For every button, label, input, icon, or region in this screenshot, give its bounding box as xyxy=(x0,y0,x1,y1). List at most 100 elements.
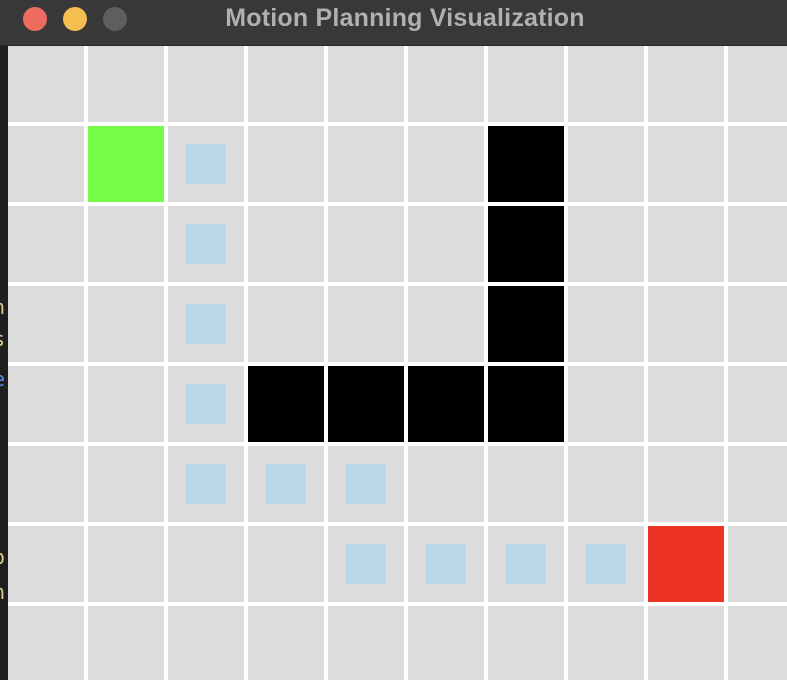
grid-cell-empty[interactable] xyxy=(8,366,84,442)
grid-cell-path[interactable] xyxy=(328,526,404,602)
grid-cell-path[interactable] xyxy=(168,366,244,442)
grid-cell-empty[interactable] xyxy=(328,286,404,362)
grid-cell-path[interactable] xyxy=(168,126,244,202)
grid-cell-empty[interactable] xyxy=(88,446,164,522)
background-text-glyph: n xyxy=(0,296,7,318)
grid-cell-empty[interactable] xyxy=(248,606,324,680)
path-marker xyxy=(186,464,226,504)
path-marker xyxy=(266,464,306,504)
grid-cell-obstacle[interactable] xyxy=(408,366,484,442)
grid-cell-empty[interactable] xyxy=(8,286,84,362)
grid-cell-empty[interactable] xyxy=(408,126,484,202)
grid-cell-empty[interactable] xyxy=(648,446,724,522)
grid-cell-empty[interactable] xyxy=(408,446,484,522)
path-marker xyxy=(346,464,386,504)
path-marker xyxy=(426,544,466,584)
grid-cell-empty[interactable] xyxy=(88,46,164,122)
grid-cell-empty[interactable] xyxy=(8,526,84,602)
grid-cell-path[interactable] xyxy=(168,206,244,282)
grid-cell-empty[interactable] xyxy=(488,606,564,680)
grid-cell-empty[interactable] xyxy=(648,206,724,282)
grid-cell-empty[interactable] xyxy=(408,286,484,362)
grid-cell-empty[interactable] xyxy=(648,46,724,122)
grid-cell-empty[interactable] xyxy=(168,606,244,680)
window-title: Motion Planning Visualization xyxy=(225,4,585,32)
grid-cell-empty[interactable] xyxy=(168,46,244,122)
grid-cell-path[interactable] xyxy=(488,526,564,602)
grid-cell-empty[interactable] xyxy=(8,446,84,522)
grid-cell-empty[interactable] xyxy=(728,606,787,680)
grid-cell-empty[interactable] xyxy=(328,46,404,122)
grid-cell-empty[interactable] xyxy=(248,206,324,282)
grid-cell-empty[interactable] xyxy=(648,286,724,362)
grid-cell-empty[interactable] xyxy=(648,606,724,680)
background-text-glyph: n xyxy=(0,581,7,603)
grid-cell-obstacle[interactable] xyxy=(488,366,564,442)
grid-cell-path[interactable] xyxy=(248,446,324,522)
grid-cell-empty[interactable] xyxy=(328,126,404,202)
path-marker xyxy=(186,304,226,344)
grid-cell-path[interactable] xyxy=(408,526,484,602)
grid-cell-empty[interactable] xyxy=(248,526,324,602)
grid-cell-empty[interactable] xyxy=(8,126,84,202)
path-marker xyxy=(186,384,226,424)
grid-cell-empty[interactable] xyxy=(88,286,164,362)
grid-cell-empty[interactable] xyxy=(88,206,164,282)
grid-cell-goal[interactable] xyxy=(648,526,724,602)
app-window: Motion Planning Visualization n s e o n xyxy=(0,0,787,680)
grid-cell-empty[interactable] xyxy=(328,206,404,282)
grid-cell-empty[interactable] xyxy=(8,206,84,282)
path-marker xyxy=(186,144,226,184)
grid-cell-empty[interactable] xyxy=(408,206,484,282)
grid-cell-empty[interactable] xyxy=(8,46,84,122)
title-bar[interactable]: Motion Planning Visualization xyxy=(0,0,787,46)
grid-cell-path[interactable] xyxy=(168,446,244,522)
grid-cell-empty[interactable] xyxy=(568,446,644,522)
grid-cell-empty[interactable] xyxy=(568,46,644,122)
path-marker xyxy=(346,544,386,584)
grid-cell-empty[interactable] xyxy=(568,126,644,202)
grid-cell-empty[interactable] xyxy=(648,366,724,442)
grid-cell-obstacle[interactable] xyxy=(488,206,564,282)
path-marker xyxy=(186,224,226,264)
grid-cell-empty[interactable] xyxy=(408,606,484,680)
grid-cell-empty[interactable] xyxy=(408,46,484,122)
grid-cell-empty[interactable] xyxy=(728,446,787,522)
grid-canvas[interactable] xyxy=(8,46,787,680)
grid-cell-empty[interactable] xyxy=(88,366,164,442)
grid-cell-empty[interactable] xyxy=(568,206,644,282)
grid-cell-empty[interactable] xyxy=(8,606,84,680)
grid-cell-empty[interactable] xyxy=(568,366,644,442)
grid-cell-empty[interactable] xyxy=(88,526,164,602)
grid-cell-start[interactable] xyxy=(88,126,164,202)
grid-cell-obstacle[interactable] xyxy=(248,366,324,442)
grid-cell-path[interactable] xyxy=(568,526,644,602)
grid-cell-path[interactable] xyxy=(328,446,404,522)
grid-cell-empty[interactable] xyxy=(728,206,787,282)
background-text-glyph: e xyxy=(0,368,7,390)
grid-cell-empty[interactable] xyxy=(728,126,787,202)
grid-cell-empty[interactable] xyxy=(728,366,787,442)
path-marker xyxy=(506,544,546,584)
grid-cell-empty[interactable] xyxy=(728,46,787,122)
grid-cell-empty[interactable] xyxy=(248,46,324,122)
background-text-glyph: o xyxy=(0,546,7,568)
grid-cell-empty[interactable] xyxy=(568,286,644,362)
grid-cell-empty[interactable] xyxy=(648,126,724,202)
grid-cell-empty[interactable] xyxy=(728,526,787,602)
background-editor-strip: n s e o n xyxy=(0,46,8,680)
background-text-glyph: s xyxy=(0,328,7,350)
grid-cell-empty[interactable] xyxy=(248,286,324,362)
grid-cell-empty[interactable] xyxy=(568,606,644,680)
grid-cell-empty[interactable] xyxy=(488,446,564,522)
grid-cell-empty[interactable] xyxy=(88,606,164,680)
grid-cell-empty[interactable] xyxy=(328,606,404,680)
grid-cell-empty[interactable] xyxy=(728,286,787,362)
grid-cell-empty[interactable] xyxy=(168,526,244,602)
grid-cell-path[interactable] xyxy=(168,286,244,362)
grid-cell-empty[interactable] xyxy=(248,126,324,202)
grid-cell-obstacle[interactable] xyxy=(328,366,404,442)
grid-cell-empty[interactable] xyxy=(488,46,564,122)
grid-cell-obstacle[interactable] xyxy=(488,126,564,202)
grid-cell-obstacle[interactable] xyxy=(488,286,564,362)
